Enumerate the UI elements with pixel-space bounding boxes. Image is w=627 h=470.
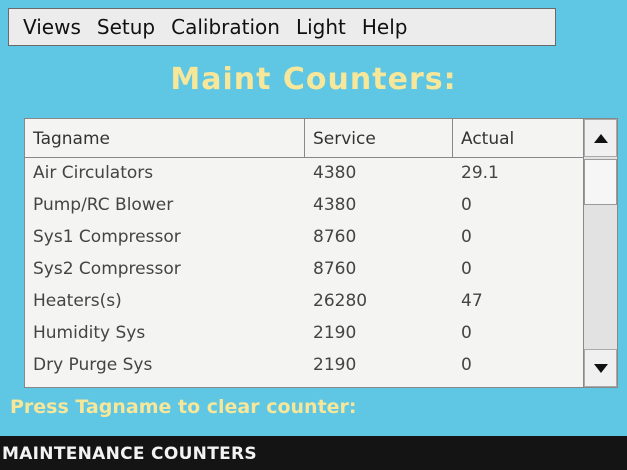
cell-tagname[interactable]: Dry Purge Sys [25, 349, 305, 381]
cell-tagname[interactable]: Air Circulators [25, 157, 305, 189]
cell-service: 8760 [313, 227, 357, 247]
cell-service: 2190 [313, 355, 357, 375]
cell-actual: 47 [461, 291, 483, 311]
cell-actual: 0 [461, 195, 472, 215]
menu-calibration[interactable]: Calibration [155, 15, 280, 39]
cell-service: 26280 [313, 291, 368, 311]
cell-actual: 29.1 [461, 163, 499, 183]
cell-service: 4380 [313, 195, 357, 215]
cell-tagname[interactable]: Sys2 Compressor [25, 253, 305, 285]
menu-bar: Views Setup Calibration Light Help [8, 8, 556, 46]
cell-service: 2190 [313, 323, 357, 343]
menu-light[interactable]: Light [280, 15, 346, 39]
menu-help[interactable]: Help [346, 15, 408, 39]
scroll-down-button[interactable] [584, 349, 617, 387]
cell-tagname[interactable]: Pump/RC Blower [25, 189, 305, 221]
table-header: Tagname Service Actual [25, 119, 585, 158]
cell-actual: 0 [461, 355, 472, 375]
table-row[interactable]: Humidity Sys 2190 0 [25, 317, 585, 349]
cell-service: 8760 [313, 259, 357, 279]
table-row[interactable]: Pump/RC Blower 4380 0 [25, 189, 585, 221]
table-row[interactable]: Air Circulators 4380 29.1 [25, 157, 585, 189]
status-text: MAINTENANCE COUNTERS [2, 444, 257, 464]
table-row[interactable]: Dry Purge Sys 2190 0 [25, 349, 585, 381]
triangle-down-icon [593, 363, 608, 373]
cell-actual: 0 [461, 227, 472, 247]
table-row[interactable]: Sys2 Compressor 8760 0 [25, 253, 585, 285]
counters-table: Tagname Service Actual Air Circulators 4… [24, 118, 618, 388]
cell-actual: 0 [461, 323, 472, 343]
cell-tagname[interactable]: Humidity Sys [25, 317, 305, 349]
triangle-up-icon [593, 133, 608, 143]
table-body: Air Circulators 4380 29.1 Pump/RC Blower… [25, 157, 585, 387]
column-header-tagname[interactable]: Tagname [25, 119, 305, 157]
cell-service: 4380 [313, 163, 357, 183]
instruction-text: Press Tagname to clear counter: [10, 396, 357, 418]
menu-views[interactable]: Views [9, 15, 81, 39]
menu-setup[interactable]: Setup [81, 15, 155, 39]
scrollbar-thumb[interactable] [584, 159, 617, 205]
scroll-up-button[interactable] [584, 119, 617, 157]
page-title: Maint Counters: [170, 62, 457, 97]
table-row[interactable]: Heaters(s) 26280 47 [25, 285, 585, 317]
table-row[interactable]: Sys1 Compressor 8760 0 [25, 221, 585, 253]
column-header-actual[interactable]: Actual [453, 119, 585, 157]
cell-tagname[interactable]: Sys1 Compressor [25, 221, 305, 253]
cell-actual: 0 [461, 259, 472, 279]
status-bar: MAINTENANCE COUNTERS [0, 436, 627, 470]
cell-tagname[interactable]: Heaters(s) [25, 285, 305, 317]
column-header-service[interactable]: Service [305, 119, 453, 157]
vertical-scrollbar[interactable] [583, 119, 617, 387]
